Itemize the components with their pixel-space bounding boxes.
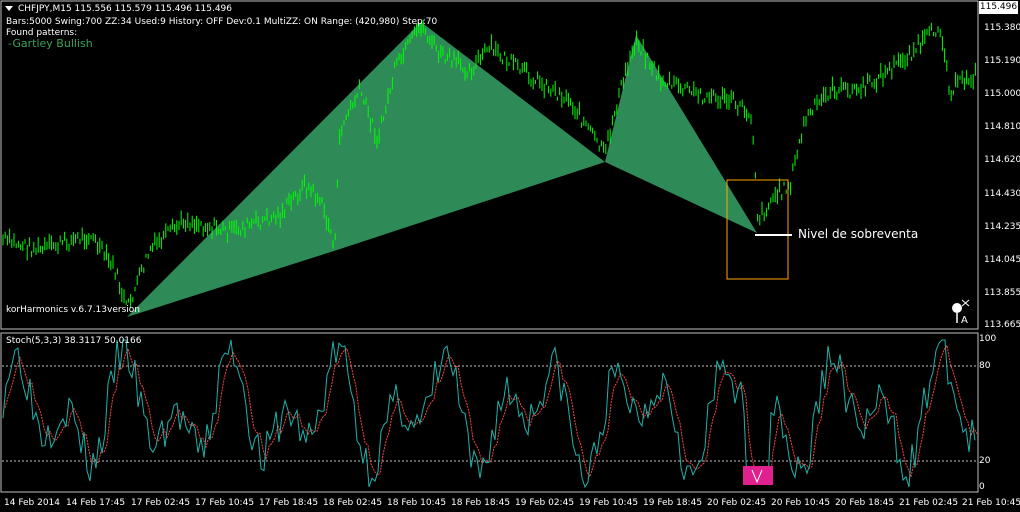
time-label: 19 Feb 10:45 bbox=[579, 498, 639, 508]
dropdown-triangle-icon[interactable] bbox=[5, 6, 13, 11]
time-label: 17 Feb 10:45 bbox=[195, 498, 255, 508]
chart-canvas[interactable] bbox=[0, 0, 1020, 512]
time-label: 14 Feb 17:45 bbox=[66, 498, 126, 508]
symbol-header: CHFJPY,M15 115.556 115.579 115.496 115.4… bbox=[18, 4, 233, 14]
svg-text:A: A bbox=[961, 315, 968, 325]
oscillator-title: Stoch(5,3,3) 38.3117 50.0166 bbox=[6, 336, 142, 346]
price-label: 113.855 bbox=[984, 288, 1020, 298]
osc-level-label: 80 bbox=[979, 361, 991, 371]
time-label: 20 Feb 10:45 bbox=[771, 498, 831, 508]
time-label: 21 Feb 02:45 bbox=[899, 498, 959, 508]
price-label: 114.045 bbox=[984, 255, 1020, 265]
time-label: 19 Feb 18:45 bbox=[643, 498, 703, 508]
osc-level-label: 100 bbox=[979, 334, 997, 344]
time-label: 20 Feb 18:45 bbox=[835, 498, 895, 508]
time-label: 17 Feb 02:45 bbox=[131, 498, 191, 508]
time-label: 18 Feb 10:45 bbox=[387, 498, 447, 508]
oversold-box bbox=[726, 179, 789, 280]
pattern-name: -Gartley Bullish bbox=[8, 37, 93, 50]
stoch-main-line bbox=[2, 339, 976, 489]
pattern-triangle-xab bbox=[127, 22, 605, 317]
oversold-annotation-label: Nivel de sobreventa bbox=[798, 227, 919, 241]
current-price-box: 115.496 bbox=[979, 1, 1018, 14]
price-label: 115.380 bbox=[984, 23, 1020, 33]
time-label: 19 Feb 02:45 bbox=[515, 498, 575, 508]
params-header: Bars:5000 Swing:700 ZZ:34 Used:9 History… bbox=[6, 17, 438, 27]
price-label: 113.665 bbox=[984, 320, 1020, 330]
osc-level-label: 20 bbox=[979, 456, 991, 466]
price-label: 114.430 bbox=[984, 189, 1020, 199]
price-label: 114.235 bbox=[984, 222, 1020, 232]
price-label: 114.810 bbox=[984, 122, 1020, 132]
time-label: 21 Feb 10:45 bbox=[962, 498, 1020, 508]
oscillator-frame bbox=[0, 332, 979, 493]
signal-icon[interactable]: A bbox=[950, 297, 974, 325]
indicator-version: korHarmonics v.6.7.13version bbox=[6, 305, 140, 315]
price-label: 115.190 bbox=[984, 56, 1020, 66]
price-label: 114.620 bbox=[984, 155, 1020, 165]
time-label: 18 Feb 02:45 bbox=[323, 498, 383, 508]
time-label: 14 Feb 2014 bbox=[4, 498, 61, 508]
time-label: 18 Feb 18:45 bbox=[451, 498, 511, 508]
time-label: 20 Feb 02:45 bbox=[707, 498, 767, 508]
oversold-marker bbox=[743, 466, 773, 485]
price-label: 115.000 bbox=[984, 89, 1020, 99]
osc-level-label: 0 bbox=[979, 482, 985, 492]
time-label: 17 Feb 18:45 bbox=[259, 498, 319, 508]
